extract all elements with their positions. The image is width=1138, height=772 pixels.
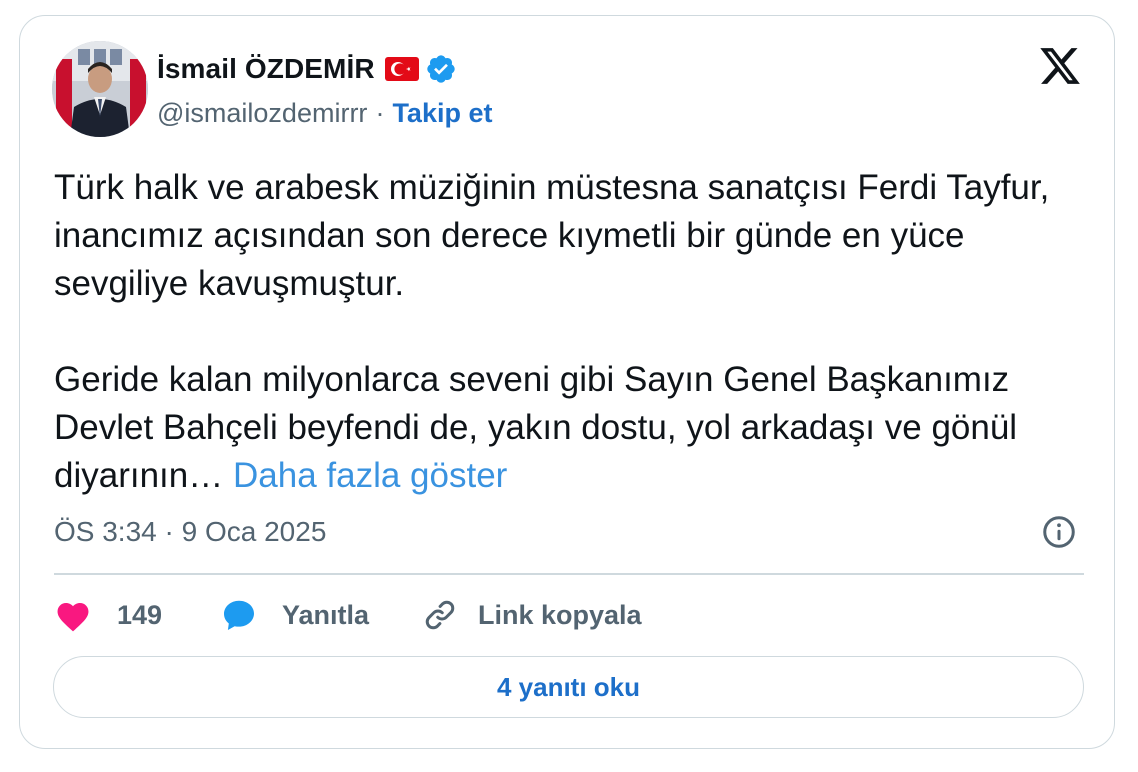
divider bbox=[54, 573, 1084, 575]
like-count: 149 bbox=[117, 599, 163, 630]
tweet-paragraph-2-text: Geride kalan milyonlarca seveni gibi Say… bbox=[54, 360, 1018, 495]
avatar-photo bbox=[52, 41, 148, 137]
reply-label: Yanıtla bbox=[282, 599, 370, 630]
speech-bubble-icon bbox=[224, 600, 254, 630]
author-name[interactable]: İsmail ÖZDEMİR bbox=[157, 53, 375, 85]
author-name-row: İsmail ÖZDEMİR bbox=[157, 52, 457, 86]
copy-link-label: Link kopyala bbox=[478, 599, 642, 630]
tweet-paragraph-2: Geride kalan milyonlarca seveni gibi Say… bbox=[54, 356, 1094, 500]
action-bar: 149 Yanıtla Link kopyala bbox=[54, 595, 642, 635]
tweet-card: İsmail ÖZDEMİR @ismailozdemirrr · Takip … bbox=[19, 15, 1115, 749]
verified-badge-icon bbox=[425, 53, 457, 85]
tweet-paragraph-1: Türk halk ve arabesk müziğinin müstesna … bbox=[54, 168, 1050, 303]
turkey-flag-icon bbox=[384, 57, 419, 81]
like-button[interactable]: 149 bbox=[54, 598, 220, 632]
info-icon[interactable] bbox=[1041, 514, 1077, 550]
avatar[interactable] bbox=[52, 41, 148, 137]
author-handle[interactable]: @ismailozdemirrr bbox=[157, 98, 367, 129]
timestamp-text: ÖS 3:34 · 9 Oca 2025 bbox=[54, 516, 327, 547]
read-replies-button[interactable]: 4 yanıtı oku bbox=[53, 656, 1084, 718]
heart-icon bbox=[57, 603, 89, 632]
separator-dot: · bbox=[375, 97, 385, 128]
copy-link-button[interactable]: Link kopyala bbox=[422, 597, 642, 633]
read-replies-label: 4 yanıtı oku bbox=[496, 671, 641, 702]
link-icon bbox=[425, 600, 455, 630]
x-logo-icon[interactable] bbox=[1037, 44, 1083, 88]
reply-button[interactable]: Yanıtla bbox=[220, 597, 422, 633]
show-more-link[interactable]: Daha fazla göster bbox=[233, 456, 507, 495]
handle-row: @ismailozdemirrr · Takip et bbox=[157, 96, 492, 130]
follow-button[interactable]: Takip et bbox=[392, 98, 492, 129]
tweet-text: Türk halk ve arabesk müziğinin müstesna … bbox=[54, 164, 1094, 500]
tweet-timestamp[interactable]: ÖS 3:34 · 9 Oca 2025 bbox=[54, 514, 326, 550]
